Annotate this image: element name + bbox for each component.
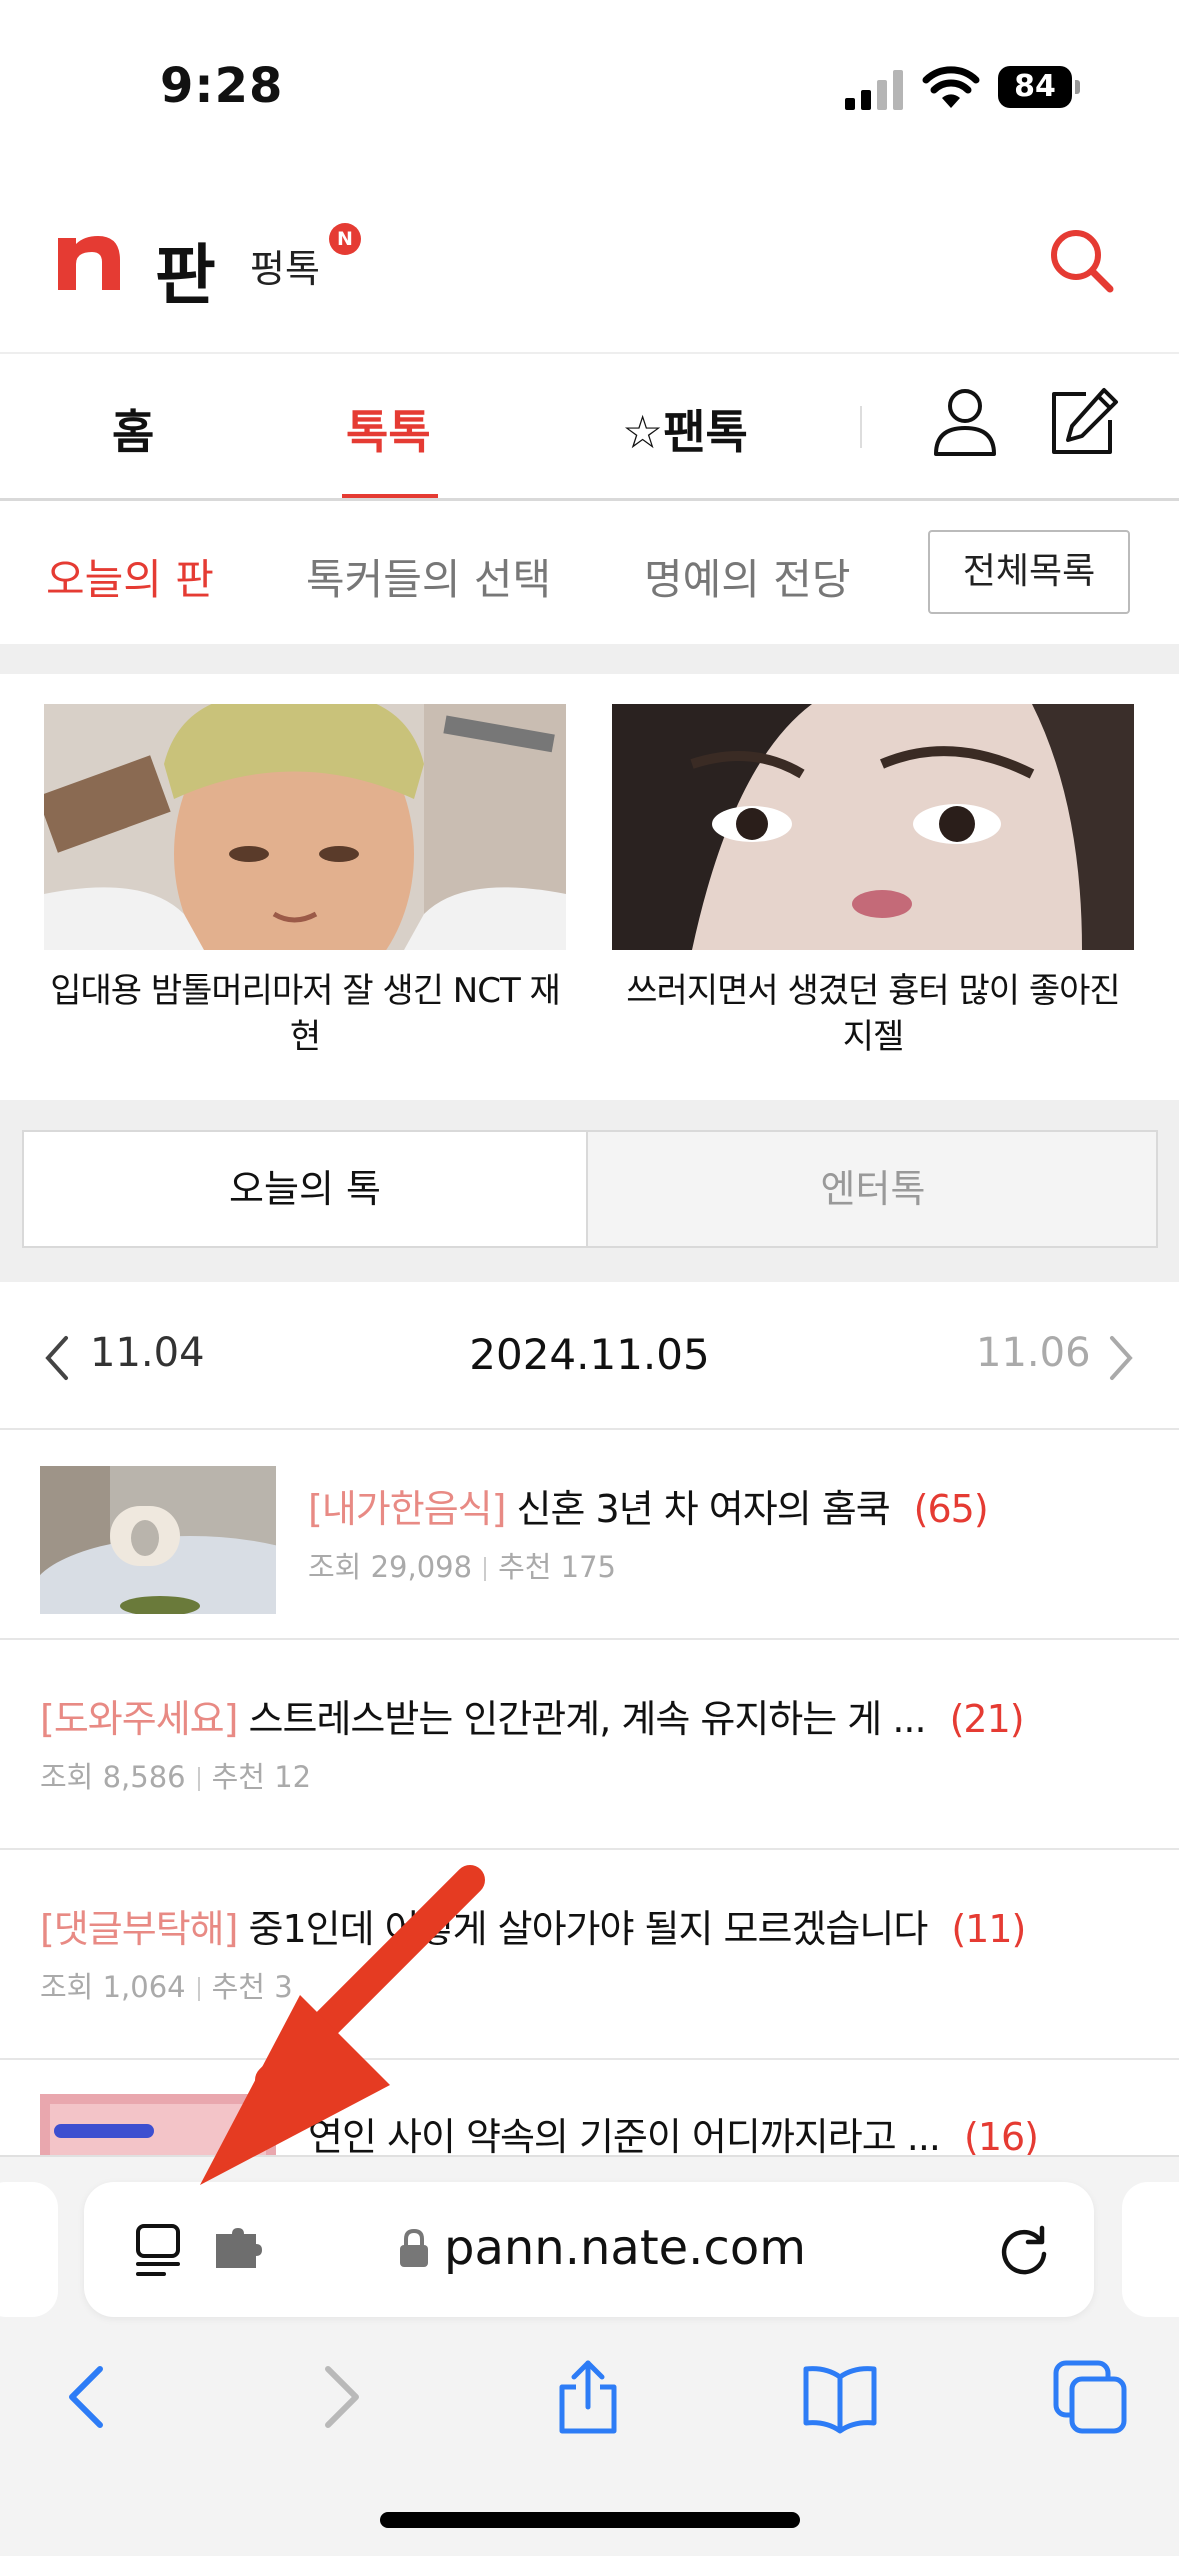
featured-caption[interactable]: 입대용 밤톨머리마저 잘 생긴 NCT 재현 (44, 968, 566, 1060)
all-list-button[interactable]: 전체목록 (928, 530, 1130, 614)
tab-enter-talk[interactable]: 엔터톡 (590, 1132, 1156, 1246)
post-meta: 조회 29,098 추천 175 (308, 1544, 616, 1586)
next-tab-preview[interactable] (1122, 2182, 1179, 2317)
comment-count: (21) (949, 1697, 1025, 1741)
browser-toolbar: pann.nate.com (0, 2155, 1179, 2556)
date-navigator: 11.04 2024.11.05 11.06 (0, 1282, 1179, 1430)
talk-tabs: 오늘의 톡 엔터톡 (22, 1130, 1158, 1248)
post-title[interactable]: [도와주세요] 스트레스받는 인간관계, 계속 유지하는 게 ... (21) (40, 1688, 1025, 1743)
recommend-count: 추천 12 (211, 1760, 312, 1794)
forward-icon[interactable] (300, 2357, 380, 2437)
reload-icon[interactable] (996, 2222, 1052, 2278)
chevron-right-icon[interactable] (1106, 1334, 1136, 1382)
back-icon[interactable] (48, 2357, 128, 2437)
extension-icon[interactable] (214, 2226, 264, 2270)
comment-count: (11) (951, 1907, 1026, 1951)
list-item[interactable]: [내가한음식] 신혼 3년 차 여자의 홈쿡 (65) 조회 29,098 추천 1… (0, 1430, 1179, 1640)
section-gap (0, 644, 1179, 674)
list-item[interactable]: [도와주세요] 스트레스받는 인간관계, 계속 유지하는 게 ... (21) 조… (0, 1640, 1179, 1850)
subnav-talkers-choice[interactable]: 톡커들의 선택 (306, 546, 551, 607)
status-bar: 9:28 84 (0, 0, 1179, 150)
featured-thumbnail[interactable] (612, 704, 1134, 950)
featured-thumbnail[interactable] (44, 704, 566, 950)
post-category: [댓글부탁해] (40, 1907, 238, 1951)
write-icon[interactable] (1046, 384, 1120, 458)
tab-today-talk[interactable]: 오늘의 톡 (24, 1132, 588, 1246)
view-count: 조회 8,586 (40, 1760, 186, 1794)
comment-count: (16) (964, 2115, 1039, 2159)
next-date[interactable]: 11.06 (976, 1330, 1091, 1376)
nav-talk[interactable]: 톡톡 (346, 396, 431, 462)
logo-subtitle[interactable]: 펑톡 (250, 238, 320, 293)
post-title-text: 중1인데 어떻게 살아가야 될지 모르겠습니다 (237, 1907, 929, 1951)
divider (0, 498, 1179, 501)
search-icon[interactable] (1046, 225, 1116, 295)
post-title-text: 신혼 3년 차 여자의 홈쿡 (505, 1487, 891, 1531)
recommend-count: 추천 175 (498, 1550, 616, 1584)
address-bar[interactable]: pann.nate.com (84, 2182, 1094, 2317)
user-icon[interactable] (928, 384, 1002, 458)
nate-logo-icon[interactable] (58, 230, 120, 290)
reader-mode-icon[interactable] (134, 2222, 188, 2278)
status-time: 9:28 (160, 58, 284, 114)
battery-level: 84 (998, 66, 1072, 108)
sub-nav: 오늘의 판 톡커들의 선택 명예의 전당 전체목록 (0, 502, 1179, 642)
post-title[interactable]: 연인 사이 약속의 기준이 어디까지라고 ... (16) (308, 2106, 1039, 2161)
cellular-signal-icon (845, 70, 903, 110)
list-thumbnail[interactable] (40, 1466, 276, 1614)
tabs-icon[interactable] (1050, 2357, 1130, 2437)
featured-card[interactable]: 입대용 밤톨머리마저 잘 생긴 NCT 재현 (44, 704, 566, 1060)
recommend-count: 추천 3 (211, 1970, 293, 2004)
wifi-icon (922, 66, 980, 108)
featured-card[interactable]: 쓰러지면서 생겼던 흉터 많이 좋아진 지젤 (612, 704, 1134, 1060)
new-badge: N (329, 223, 361, 255)
bookmarks-icon[interactable] (800, 2357, 880, 2437)
list-item[interactable]: [댓글부탁해] 중1인데 어떻게 살아가야 될지 모르겠습니다 (11) 조회 1… (0, 1850, 1179, 2060)
post-title[interactable]: [내가한음식] 신혼 3년 차 여자의 홈쿡 (65) (308, 1478, 989, 1533)
nav-fantalk[interactable]: ☆팬톡 (622, 396, 748, 462)
battery-icon: 84 (998, 66, 1080, 108)
post-category: [내가한음식] (308, 1487, 506, 1531)
post-title[interactable]: [댓글부탁해] 중1인데 어떻게 살아가야 될지 모르겠습니다 (11) (40, 1898, 1026, 1953)
post-title-text: 스트레스받는 인간관계, 계속 유지하는 게 ... (237, 1697, 927, 1741)
main-nav: 홈 톡톡 ☆팬톡 (0, 354, 1179, 500)
subnav-hall-of-fame[interactable]: 명예의 전당 (644, 546, 851, 607)
subnav-today[interactable]: 오늘의 판 (46, 546, 214, 607)
view-count: 조회 1,064 (40, 1970, 186, 2004)
comment-count: (65) (913, 1487, 989, 1531)
pann-logo[interactable]: 판 (155, 222, 216, 318)
featured-caption[interactable]: 쓰러지면서 생겼던 흉터 많이 좋아진 지젤 (612, 968, 1134, 1060)
url-text[interactable]: pann.nate.com (444, 2220, 806, 2276)
post-meta: 조회 8,586 추천 12 (40, 1754, 311, 1796)
site-header: 판 펑톡 N (0, 180, 1179, 350)
post-meta: 조회 1,064 추천 3 (40, 1964, 293, 2006)
nav-separator (860, 406, 862, 448)
previous-tab-preview[interactable] (0, 2182, 58, 2317)
post-title-text: 연인 사이 약속의 기준이 어디까지라고 ... (308, 2115, 941, 2159)
post-category: [도와주세요] (40, 1697, 238, 1741)
home-indicator (380, 2512, 800, 2528)
share-icon[interactable] (548, 2357, 628, 2437)
featured-section: 입대용 밤톨머리마저 잘 생긴 NCT 재현 쓰러지면서 생겼던 흉터 많이 좋… (0, 674, 1179, 1100)
view-count: 조회 29,098 (308, 1550, 473, 1584)
nav-home[interactable]: 홈 (112, 396, 154, 462)
lock-icon (400, 2228, 428, 2267)
